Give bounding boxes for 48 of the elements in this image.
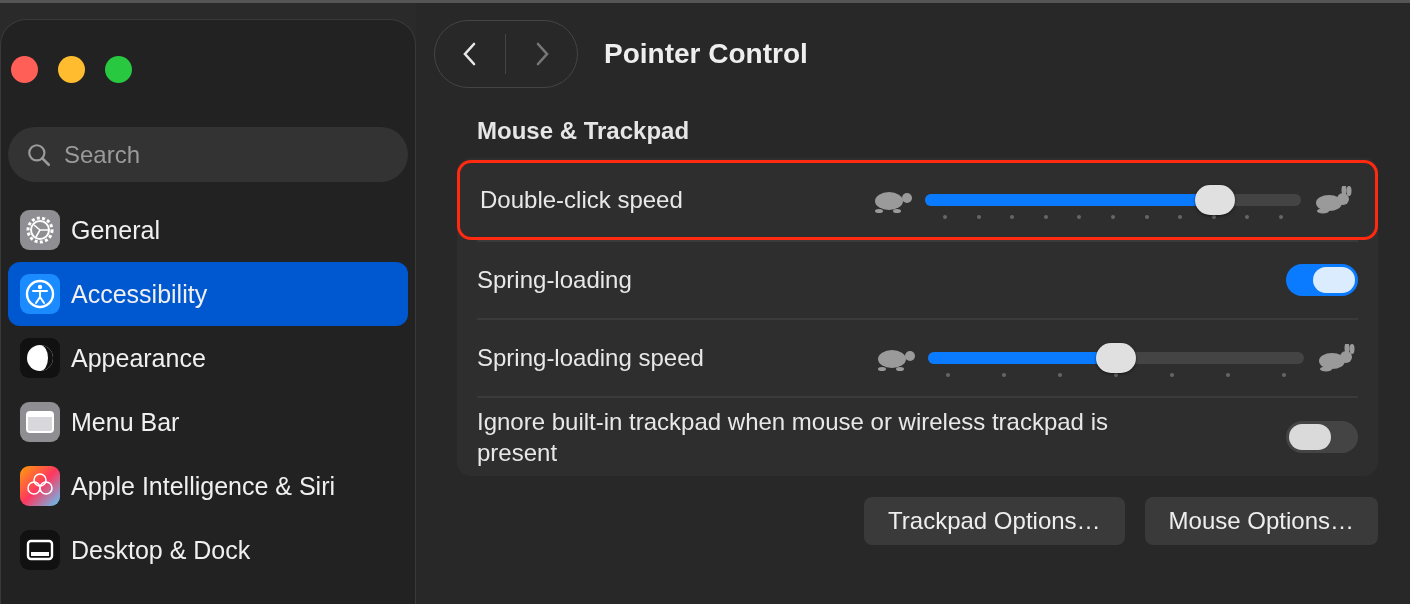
slider[interactable] — [925, 184, 1301, 215]
sidebar-item[interactable]: Menu Bar — [8, 390, 408, 454]
tick-mark — [1077, 214, 1082, 219]
gear-icon — [20, 210, 60, 250]
tick-mark — [1110, 214, 1115, 219]
page-title: Pointer Control — [604, 38, 808, 70]
tick-mark — [1002, 372, 1006, 377]
sidebar-item[interactable]: Accessibility — [8, 262, 408, 326]
tick-mark — [1010, 214, 1015, 219]
tick-mark — [1226, 372, 1230, 377]
setting-label: Double-click speed — [480, 185, 683, 216]
options-button[interactable]: Mouse Options… — [1144, 497, 1378, 546]
tick-mark — [1058, 372, 1062, 377]
window-icon — [20, 402, 60, 442]
sidebar-item[interactable]: Desktop & Dock — [8, 518, 408, 582]
tick-mark — [1178, 214, 1183, 219]
tick-mark — [1144, 214, 1149, 219]
slider[interactable] — [928, 342, 1304, 373]
tick-mark — [976, 214, 981, 219]
tick-mark — [1211, 214, 1216, 219]
sidebar-item[interactable]: Appearance — [8, 326, 408, 390]
tick-mark — [1170, 372, 1174, 377]
dock-icon — [20, 530, 60, 570]
zoom-button[interactable] — [105, 56, 132, 83]
accessibility-icon — [20, 274, 60, 314]
slider-thumb[interactable] — [1194, 184, 1235, 215]
options-button[interactable]: Trackpad Options… — [864, 497, 1125, 546]
tick-mark — [1282, 372, 1286, 377]
section-heading: Mouse & Trackpad — [476, 116, 691, 146]
tick-mark — [1245, 214, 1250, 219]
setting-label: Spring-loading speed — [477, 343, 704, 374]
sidebar-item[interactable]: Apple Intelligence & Siri — [8, 454, 408, 518]
setting-label: Ignore built-in trackpad when mouse or wireless trackpad is present — [477, 407, 1109, 469]
toggle-switch[interactable] — [1286, 421, 1358, 454]
tick-mark — [1043, 214, 1048, 219]
tick-mark — [1278, 214, 1283, 219]
search-icon — [26, 142, 52, 168]
flower-icon — [20, 466, 60, 506]
sidebar-item[interactable]: General — [8, 198, 408, 262]
setting-label: Spring-loading — [477, 265, 632, 296]
minimize-button[interactable] — [58, 56, 85, 83]
tick-mark — [943, 214, 947, 219]
close-button[interactable] — [11, 56, 38, 83]
tick-mark — [946, 372, 950, 377]
slider-thumb[interactable] — [1096, 342, 1136, 373]
tick-mark — [1114, 372, 1118, 377]
search-field[interactable]: Search — [8, 127, 408, 182]
toggle-switch[interactable] — [1286, 264, 1358, 296]
